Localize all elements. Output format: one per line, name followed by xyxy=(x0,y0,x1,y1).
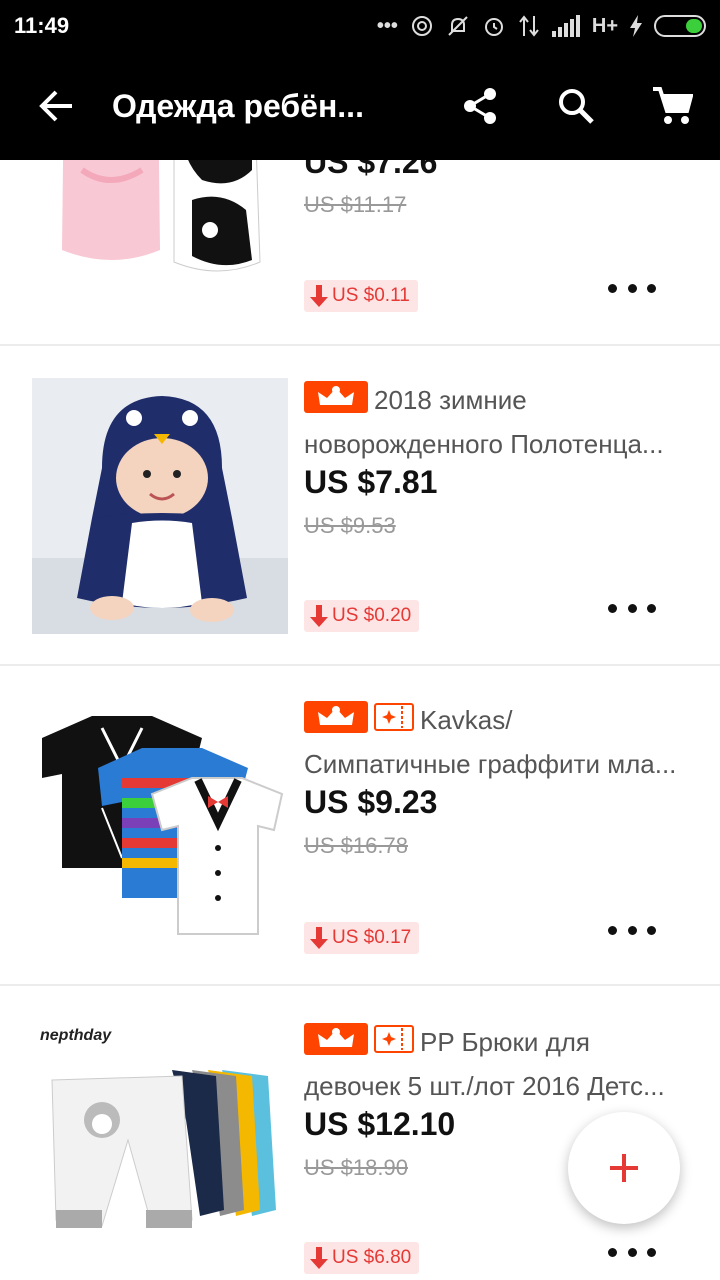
more-options-button[interactable] xyxy=(608,276,656,300)
top-seller-crown-icon xyxy=(304,1022,368,1066)
arrow-down-icon xyxy=(310,1247,328,1269)
product-price: US $9.23 xyxy=(304,784,438,820)
plus-icon xyxy=(610,1154,638,1182)
back-button[interactable] xyxy=(0,52,112,160)
product-thumbnail[interactable] xyxy=(32,698,288,954)
search-button[interactable] xyxy=(528,52,624,160)
price-drop-badge: US $6.80 xyxy=(304,1242,420,1274)
battery-icon xyxy=(654,15,706,37)
more-options-button[interactable] xyxy=(608,918,656,942)
network-type: H+ xyxy=(591,14,618,37)
status-bar: 11:49 ••• H+ xyxy=(0,0,720,52)
cart-icon xyxy=(653,87,693,124)
more-options-button[interactable] xyxy=(608,596,656,620)
list-item[interactable]: Kavkas/ Симпатичные граффити мла... US $… xyxy=(0,666,720,986)
price-drop-badge: US $0.20 xyxy=(304,600,420,632)
svg-text:nepthday: nepthday xyxy=(40,1027,112,1044)
top-seller-crown-icon xyxy=(304,380,368,424)
product-price: US $7.81 xyxy=(304,464,438,500)
product-name-line1: PP Брюки для xyxy=(420,1027,591,1057)
cart-button[interactable] xyxy=(624,52,720,160)
share-button[interactable] xyxy=(432,52,528,160)
share-icon xyxy=(464,88,496,124)
coupon-ticket-icon xyxy=(374,1024,414,1064)
brand-logo: nepthday xyxy=(40,1027,112,1044)
price-drop-amount: US $0.17 xyxy=(332,927,412,948)
charging-icon xyxy=(630,15,642,37)
product-old-price: US $11.17 xyxy=(304,192,407,217)
notifications-off-icon xyxy=(448,16,468,36)
status-time: 11:49 xyxy=(14,13,70,38)
product-old-price: US $9.53 xyxy=(304,513,396,538)
price-drop-badge: US $0.11 xyxy=(304,280,418,312)
product-thumbnail[interactable] xyxy=(32,378,288,634)
price-drop-amount: US $6.80 xyxy=(332,1247,412,1268)
alarm-icon xyxy=(484,18,503,36)
add-fab-button[interactable] xyxy=(568,1112,680,1224)
more-notifications-icon: ••• xyxy=(376,14,398,37)
arrow-down-icon xyxy=(310,927,328,949)
more-options-button[interactable] xyxy=(608,1240,656,1264)
product-info: Kavkas/ Симпатичные граффити мла... US $… xyxy=(304,700,704,859)
product-thumbnail[interactable]: nepthday xyxy=(32,1020,288,1276)
price-drop-badge: US $0.17 xyxy=(304,922,420,954)
product-name[interactable]: PP Брюки для девочек 5 шт./лот 2016 Детс… xyxy=(304,1022,704,1102)
product-info: 2018 зимние новорожденного Полотенца... … xyxy=(304,380,704,539)
product-name[interactable]: 2018 зимние новорожденного Полотенца... xyxy=(304,380,704,460)
app-toolbar: Одежда ребён... xyxy=(0,52,720,160)
coupon-ticket-icon xyxy=(374,702,414,742)
product-list: US $7.26 US $11.17 US $0.11 2018 зимние … xyxy=(0,0,720,1280)
signal-icon xyxy=(551,15,580,37)
arrow-down-icon xyxy=(310,285,328,307)
status-icons: ••• H+ xyxy=(377,14,706,38)
price-drop-amount: US $0.11 xyxy=(332,285,410,306)
divider xyxy=(0,984,720,986)
product-name-line2: новорожденного Полотенца... xyxy=(304,428,664,459)
top-seller-crown-icon xyxy=(304,700,368,744)
product-name-line1: Kavkas/ xyxy=(420,705,513,735)
product-name-line2: Симпатичные граффити мла... xyxy=(304,748,677,779)
product-old-price: US $16.78 xyxy=(304,833,408,858)
price-drop-amount: US $0.20 xyxy=(332,605,412,626)
arrow-down-icon xyxy=(310,605,328,627)
back-arrow-icon xyxy=(39,90,72,122)
product-name-line2: девочек 5 шт./лот 2016 Детс... xyxy=(304,1070,665,1101)
data-transfer-icon xyxy=(519,15,539,37)
hotspot-icon xyxy=(411,16,432,36)
product-name[interactable]: Kavkas/ Симпатичные граффити мла... xyxy=(304,700,704,780)
product-name-line1: 2018 зимние xyxy=(374,385,527,415)
page-title: Одежда ребён... xyxy=(112,87,364,124)
list-item[interactable]: 2018 зимние новорожденного Полотенца... … xyxy=(0,346,720,666)
search-icon xyxy=(559,89,594,124)
